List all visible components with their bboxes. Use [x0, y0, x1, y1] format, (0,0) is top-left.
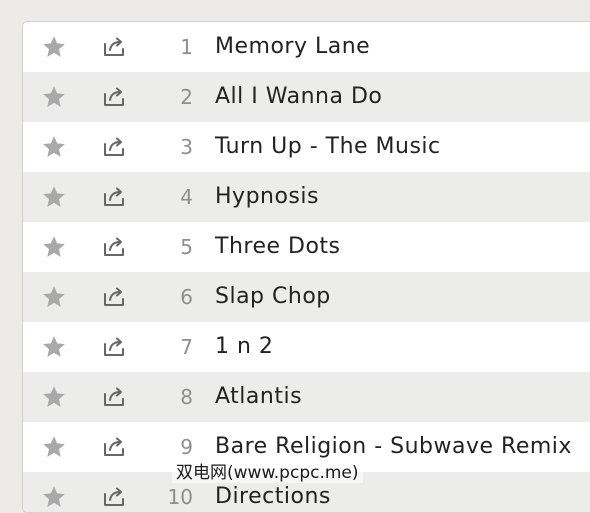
track-row[interactable]: 7 1 n 2	[23, 322, 590, 372]
track-row[interactable]: 1 Memory Lane	[23, 22, 590, 72]
track-title[interactable]: Memory Lane	[215, 34, 370, 60]
track-number: 8	[180, 385, 193, 409]
share-icon[interactable]	[101, 336, 129, 358]
track-title[interactable]: All I Wanna Do	[215, 84, 382, 110]
track-row[interactable]: 6 Slap Chop	[23, 272, 590, 322]
track-title[interactable]: Turn Up - The Music	[215, 134, 441, 160]
star-icon[interactable]	[40, 384, 68, 410]
share-icon[interactable]	[101, 436, 129, 458]
share-icon[interactable]	[101, 186, 129, 208]
star-icon[interactable]	[40, 84, 68, 110]
share-icon[interactable]	[101, 386, 129, 408]
track-row[interactable]: 2 All I Wanna Do	[23, 72, 590, 122]
share-icon[interactable]	[101, 136, 129, 158]
star-icon[interactable]	[40, 234, 68, 260]
track-row[interactable]: 4 Hypnosis	[23, 172, 590, 222]
track-number: 10	[167, 485, 193, 509]
track-number: 7	[180, 335, 193, 359]
share-icon[interactable]	[101, 86, 129, 108]
track-row[interactable]: 5 Three Dots	[23, 222, 590, 272]
track-list-panel: 1 Memory Lane 2 All I Wanna Do 3 Turn Up - Th…	[22, 21, 590, 513]
star-icon[interactable]	[40, 184, 68, 210]
track-title[interactable]: 1 n 2	[215, 334, 273, 360]
star-icon[interactable]	[40, 484, 68, 510]
track-title[interactable]: Directions	[215, 484, 331, 510]
track-row[interactable]: 3 Turn Up - The Music	[23, 122, 590, 172]
track-list: 1 Memory Lane 2 All I Wanna Do 3 Turn Up - Th…	[23, 22, 590, 512]
star-icon[interactable]	[40, 134, 68, 160]
track-title[interactable]: Bare Religion - Subwave Remix	[215, 434, 572, 460]
share-icon[interactable]	[101, 36, 129, 58]
star-icon[interactable]	[40, 34, 68, 60]
share-icon[interactable]	[101, 236, 129, 258]
watermark-text: 双电网(www.pcpc.me)	[172, 458, 363, 483]
track-title[interactable]: Slap Chop	[215, 284, 331, 310]
star-icon[interactable]	[40, 334, 68, 360]
track-title[interactable]: Atlantis	[215, 384, 302, 410]
track-number: 4	[180, 185, 193, 209]
star-icon[interactable]	[40, 434, 68, 460]
track-title[interactable]: Three Dots	[215, 234, 341, 260]
track-number: 6	[180, 285, 193, 309]
track-number: 9	[180, 435, 193, 459]
share-icon[interactable]	[101, 286, 129, 308]
track-number: 5	[180, 235, 193, 259]
track-row[interactable]: 8 Atlantis	[23, 372, 590, 422]
star-icon[interactable]	[40, 284, 68, 310]
track-number: 3	[180, 135, 193, 159]
track-title[interactable]: Hypnosis	[215, 184, 319, 210]
track-number: 2	[180, 85, 193, 109]
track-number: 1	[180, 35, 193, 59]
share-icon[interactable]	[101, 486, 129, 508]
